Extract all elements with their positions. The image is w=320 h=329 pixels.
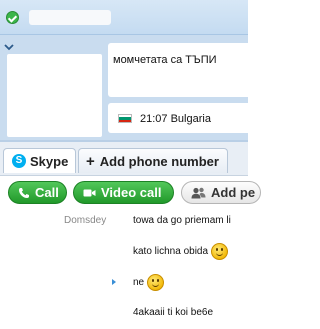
video-call-button-label: Video call [101, 185, 162, 200]
message-text-row: kato lichna obida [133, 243, 229, 260]
mood-message: момчетата са ТЪПИ [113, 54, 217, 66]
call-button[interactable]: Call [8, 181, 67, 204]
smile-icon [147, 274, 165, 291]
country: Bulgaria [170, 113, 211, 125]
add-people-button[interactable]: Add pe [181, 181, 261, 204]
bulgaria-flag-icon [118, 114, 132, 123]
smile-icon [211, 243, 229, 260]
tab-skype-label: Skype [30, 153, 69, 169]
video-call-button[interactable]: Video call [73, 181, 174, 204]
tab-add-phone-label: Add phone number [99, 153, 219, 169]
avatar[interactable] [7, 54, 102, 137]
phone-icon [19, 187, 29, 198]
title-bar [0, 0, 248, 35]
collapse-chevron-icon[interactable] [4, 42, 14, 52]
local-time-country: 21:07 Bulgaria [140, 113, 211, 125]
message-text: ne [133, 277, 145, 289]
skype-logo-icon: S [12, 154, 26, 168]
mood-message-panel: момчетата са ТЪПИ [108, 43, 248, 97]
contact-profile-header: момчетата са ТЪПИ 21:07 Bulgaria [0, 35, 248, 140]
tab-skype[interactable]: S Skype [3, 148, 76, 173]
message-text: towa da go priemam li [133, 215, 231, 226]
message-sender: Domsdey [64, 215, 107, 226]
location-row: 21:07 Bulgaria [108, 103, 248, 133]
local-time: 21:07 [140, 113, 168, 125]
chat-history: Domsdey towa da go priemam li kato lichn… [0, 210, 248, 329]
add-people-button-label: Add pe [211, 185, 256, 200]
call-button-label: Call [35, 185, 59, 200]
plus-icon: + [86, 152, 95, 170]
call-action-bar: Call Video call Add pe [0, 176, 261, 210]
unread-marker-icon [112, 279, 116, 285]
online-status-icon [6, 11, 19, 24]
message-text-row: ne [133, 274, 165, 291]
contact-name-redacted [29, 10, 111, 25]
add-people-icon [191, 187, 206, 198]
tab-bar: S Skype + Add phone number [0, 142, 248, 176]
message-text: kato lichna obida [133, 246, 209, 258]
video-camera-icon [83, 189, 96, 196]
message-text: 4akaaii ti koi be6e [133, 307, 214, 318]
tab-add-phone-number[interactable]: + Add phone number [78, 148, 228, 173]
